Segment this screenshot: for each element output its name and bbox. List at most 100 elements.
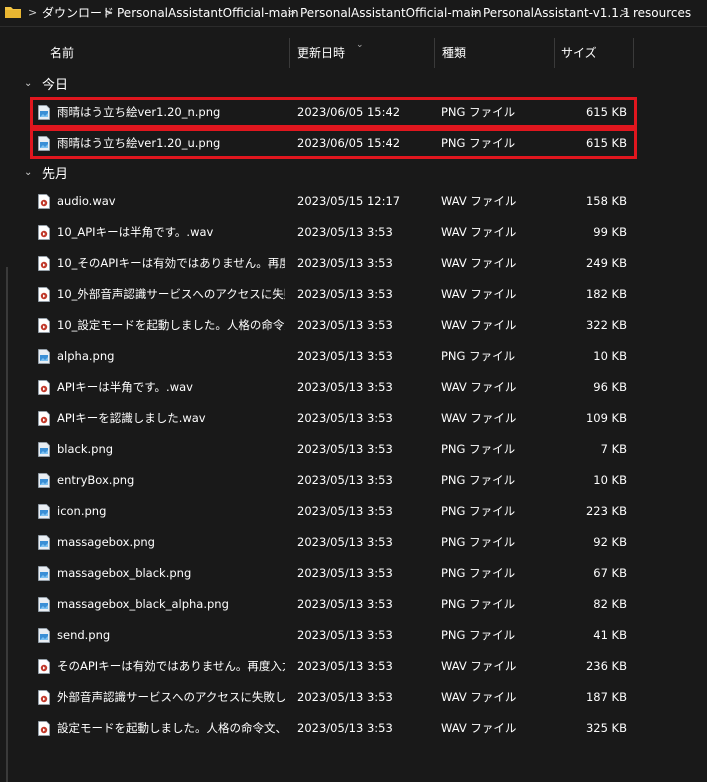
- chevron-right-icon: >: [104, 6, 114, 19]
- file-date: 2023/05/13 3:53: [297, 349, 393, 363]
- file-row[interactable]: 設定モードを起動しました。人格の命令文、声... 2023/05/13 3:53 W…: [30, 713, 637, 744]
- file-size: 10 KB: [593, 349, 627, 363]
- file-type: PNG ファイル: [441, 349, 516, 363]
- file-size: 158 KB: [585, 194, 627, 208]
- file-name: alpha.png: [57, 349, 115, 363]
- file-name: massagebox_black.png: [57, 566, 192, 580]
- scrollbar[interactable]: [6, 267, 8, 782]
- file-name: そのAPIキーは有効ではありません。再度入力...: [57, 659, 285, 673]
- column-type[interactable]: 種類: [442, 45, 466, 61]
- file-date: 2023/05/13 3:53: [297, 442, 393, 456]
- file-row[interactable]: audio.wav 2023/05/15 12:17 WAV ファイル 158 KB: [30, 186, 637, 217]
- file-date: 2023/05/13 3:53: [297, 380, 393, 394]
- file-date: 2023/05/13 3:53: [297, 473, 393, 487]
- chevron-right-icon: >: [28, 6, 38, 19]
- column-divider[interactable]: [554, 38, 555, 68]
- column-divider[interactable]: [289, 38, 290, 68]
- file-row[interactable]: 外部音声認識サービスへのアクセスに失敗しま... 2023/05/13 3:53 W…: [30, 682, 637, 713]
- file-name: 10_APIキーは半角です。.wav: [57, 225, 214, 239]
- file-row[interactable]: icon.png 2023/05/13 3:53 PNG ファイル 223 KB: [30, 496, 637, 527]
- breadcrumb-item-version[interactable]: PersonalAssistant-v1.1.1: [483, 5, 630, 21]
- file-name: 設定モードを起動しました。人格の命令文、声...: [57, 721, 285, 735]
- png-file-icon: [38, 597, 50, 612]
- column-divider[interactable]: [633, 38, 634, 68]
- wav-file-icon: [38, 411, 50, 426]
- file-row[interactable]: alpha.png 2023/05/13 3:53 PNG ファイル 10 KB: [30, 341, 637, 372]
- file-type: PNG ファイル: [441, 597, 516, 611]
- file-row[interactable]: black.png 2023/05/13 3:53 PNG ファイル 7 KB: [30, 434, 637, 465]
- file-name: 雨晴はう立ち絵ver1.20_n.png: [57, 105, 221, 119]
- file-type: PNG ファイル: [441, 535, 516, 549]
- file-row[interactable]: massagebox_black_alpha.png 2023/05/13 3:5…: [30, 589, 637, 620]
- file-row[interactable]: 10_そのAPIキーは有効ではありません。再度入... 2023/05/13 3:…: [30, 248, 637, 279]
- file-date: 2023/06/05 15:42: [297, 105, 401, 119]
- file-row[interactable]: massagebox_black.png 2023/05/13 3:53 PNG フ…: [30, 558, 637, 589]
- wav-file-icon: [38, 225, 50, 240]
- png-file-icon: [38, 628, 50, 643]
- file-date: 2023/05/13 3:53: [297, 535, 393, 549]
- file-type: PNG ファイル: [441, 628, 516, 642]
- wav-file-icon: [38, 318, 50, 333]
- file-size: 236 KB: [585, 659, 627, 673]
- file-date: 2023/05/13 3:53: [297, 721, 393, 735]
- column-name[interactable]: 名前: [50, 45, 74, 61]
- file-name: icon.png: [57, 504, 107, 518]
- file-type: WAV ファイル: [441, 318, 517, 332]
- file-row[interactable]: 雨晴はう立ち絵ver1.20_n.png 2023/06/05 15:42 PNG …: [30, 97, 637, 128]
- breadcrumb: > ダウンロード > PersonalAssistantOfficial-mai…: [0, 0, 707, 27]
- file-date: 2023/06/05 15:42: [297, 136, 401, 150]
- file-row[interactable]: entryBox.png 2023/05/13 3:53 PNG ファイル 10 KB: [30, 465, 637, 496]
- breadcrumb-item-official-main-1[interactable]: PersonalAssistantOfficial-main: [117, 5, 299, 21]
- file-size: 7 KB: [600, 442, 627, 456]
- file-row[interactable]: 10_外部音声認識サービスへのアクセスに失敗... 2023/05/13 3:53…: [30, 279, 637, 310]
- file-row[interactable]: 雨晴はう立ち絵ver1.20_u.png 2023/06/05 15:42 PNG …: [30, 128, 637, 159]
- file-date: 2023/05/13 3:53: [297, 504, 393, 518]
- file-row[interactable]: 10_設定モードを起動しました。人格の命令文... 2023/05/13 3:53…: [30, 310, 637, 341]
- wav-file-icon: [38, 380, 50, 395]
- file-row[interactable]: send.png 2023/05/13 3:53 PNG ファイル 41 KB: [30, 620, 637, 651]
- sort-chevron-icon: ⌄: [356, 40, 364, 50]
- file-type: WAV ファイル: [441, 411, 517, 425]
- png-file-icon: [38, 473, 50, 488]
- column-divider[interactable]: [434, 38, 435, 68]
- file-date: 2023/05/13 3:53: [297, 690, 393, 704]
- breadcrumb-item-resources[interactable]: resources: [633, 5, 691, 21]
- breadcrumb-item-official-main-2[interactable]: PersonalAssistantOfficial-main: [300, 5, 482, 21]
- chevron-right-icon: >: [620, 6, 630, 19]
- file-row[interactable]: massagebox.png 2023/05/13 3:53 PNG ファイル 92 …: [30, 527, 637, 558]
- file-size: 223 KB: [585, 504, 627, 518]
- column-size[interactable]: サイズ: [561, 45, 597, 61]
- file-type: WAV ファイル: [441, 690, 517, 704]
- folder-icon: [5, 7, 21, 18]
- file-size: 325 KB: [585, 721, 627, 735]
- file-date: 2023/05/13 3:53: [297, 287, 393, 301]
- png-file-icon: [38, 566, 50, 581]
- column-header: 名前 ⌄ 更新日時 種類 サイズ: [16, 27, 707, 79]
- png-file-icon: [38, 349, 50, 364]
- file-size: 615 KB: [585, 136, 627, 150]
- file-row[interactable]: APIキーを認識しました.wav 2023/05/13 3:53 WAV ファイル 1…: [30, 403, 637, 434]
- group-label: 先月: [42, 166, 69, 182]
- column-date[interactable]: 更新日時: [297, 45, 345, 61]
- group-header-last-month[interactable]: ⌄ 先月: [24, 162, 68, 182]
- file-name: 10_外部音声認識サービスへのアクセスに失敗...: [57, 287, 285, 301]
- file-row[interactable]: 10_APIキーは半角です。.wav 2023/05/13 3:53 WAV ファイ…: [30, 217, 637, 248]
- group-header-today[interactable]: ⌄ 今日: [24, 73, 68, 93]
- file-type: PNG ファイル: [441, 105, 516, 119]
- file-name: 10_そのAPIキーは有効ではありません。再度入...: [57, 256, 285, 270]
- file-type: WAV ファイル: [441, 287, 517, 301]
- file-size: 249 KB: [585, 256, 627, 270]
- group-label: 今日: [42, 77, 69, 93]
- png-file-icon: [38, 442, 50, 457]
- file-type: PNG ファイル: [441, 136, 516, 150]
- file-row[interactable]: APIキーは半角です。.wav 2023/05/13 3:53 WAV ファイル 96…: [30, 372, 637, 403]
- file-row[interactable]: そのAPIキーは有効ではありません。再度入力... 2023/05/13 3:53…: [30, 651, 637, 682]
- file-size: 109 KB: [585, 411, 627, 425]
- file-name: 雨晴はう立ち絵ver1.20_u.png: [57, 136, 221, 150]
- file-type: WAV ファイル: [441, 721, 517, 735]
- file-type: PNG ファイル: [441, 442, 516, 456]
- file-name: black.png: [57, 442, 114, 456]
- file-name: massagebox_black_alpha.png: [57, 597, 229, 611]
- file-size: 187 KB: [585, 690, 627, 704]
- file-date: 2023/05/13 3:53: [297, 659, 393, 673]
